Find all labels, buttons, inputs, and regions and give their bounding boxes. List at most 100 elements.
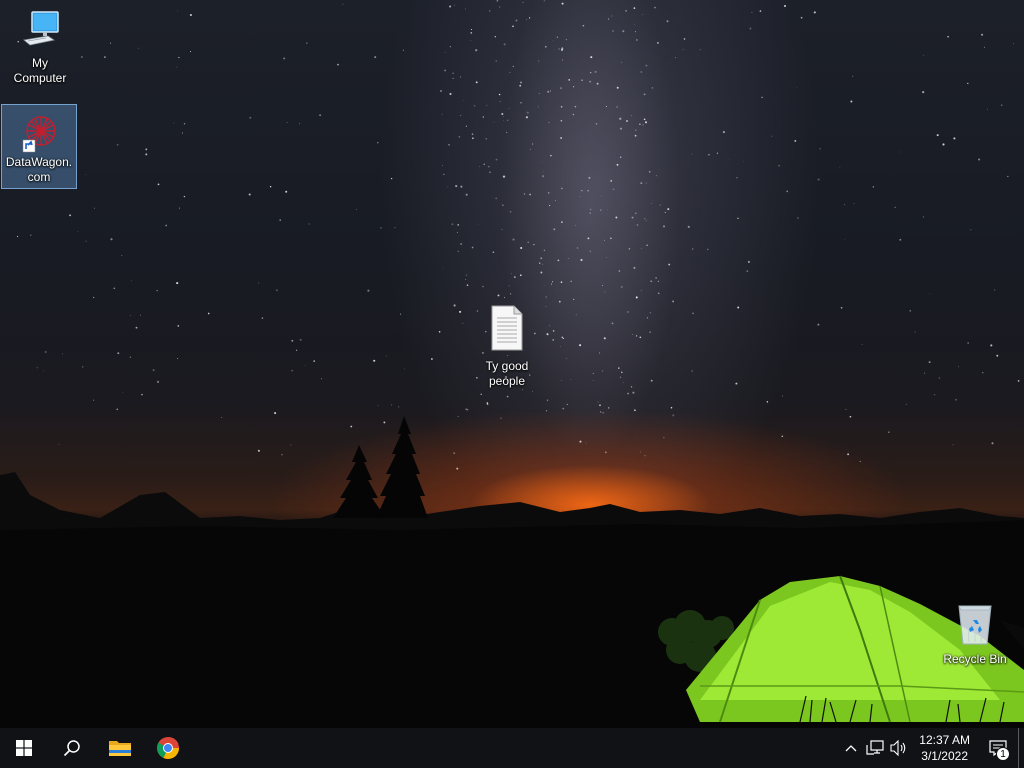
star: [165, 225, 167, 227]
notification-count-badge: 1: [996, 747, 1010, 761]
star: [566, 358, 567, 359]
desktop-icon-my-computer[interactable]: My Computer: [2, 8, 78, 86]
star: [691, 370, 693, 372]
star: [495, 36, 496, 37]
star: [626, 120, 628, 122]
star: [610, 180, 612, 182]
volume-button[interactable]: [887, 728, 911, 768]
datawagon-shortcut-icon: [15, 107, 63, 155]
star: [465, 279, 466, 280]
star: [636, 335, 637, 336]
star: [981, 34, 983, 36]
show-desktop-button[interactable]: [1018, 728, 1024, 768]
star: [649, 331, 650, 332]
star: [562, 3, 564, 5]
star: [141, 394, 143, 396]
clock-time: 12:37 AM: [919, 732, 970, 748]
star: [606, 257, 607, 258]
star: [561, 380, 562, 381]
star: [850, 100, 852, 102]
star: [958, 367, 959, 368]
star: [304, 365, 305, 366]
star: [683, 49, 684, 50]
star: [130, 315, 131, 316]
star: [736, 177, 737, 178]
star: [632, 217, 634, 219]
star: [86, 241, 87, 242]
star: [443, 267, 444, 268]
search-button[interactable]: [48, 728, 96, 768]
star: [580, 259, 582, 261]
star: [922, 91, 924, 93]
star: [617, 164, 619, 166]
star: [69, 214, 71, 216]
star: [479, 166, 480, 167]
star: [631, 115, 632, 116]
desktop-icon-label: My Computer: [2, 56, 78, 86]
desktop-icon-recycle-bin[interactable]: Recycle Bin: [937, 600, 1013, 667]
action-center-button[interactable]: 1: [978, 728, 1018, 768]
star: [580, 196, 581, 197]
star: [557, 37, 558, 38]
taskbar-chrome[interactable]: [144, 728, 192, 768]
star: [987, 109, 988, 110]
star: [174, 123, 175, 124]
star: [814, 11, 816, 13]
clock[interactable]: 12:37 AM 3/1/2022: [911, 732, 978, 764]
star: [520, 81, 522, 83]
star: [953, 137, 955, 139]
star: [590, 56, 592, 58]
desktop-icon-label: DataWagon.com: [3, 155, 75, 185]
star: [138, 48, 139, 49]
star: [509, 286, 510, 287]
star: [577, 247, 579, 249]
file-explorer-icon: [108, 738, 132, 758]
star: [527, 112, 529, 114]
star: [184, 196, 185, 197]
star: [539, 93, 540, 94]
star: [502, 205, 503, 206]
network-button[interactable]: [863, 728, 887, 768]
star: [1013, 43, 1014, 44]
star: [632, 334, 633, 335]
star: [470, 40, 471, 41]
star: [544, 0, 545, 1]
desktop-icon-datawagon[interactable]: DataWagon.com: [1, 104, 77, 189]
star: [561, 106, 563, 108]
star: [667, 20, 669, 22]
star: [544, 285, 545, 286]
star: [520, 102, 521, 103]
star: [786, 191, 788, 193]
star: [153, 369, 155, 371]
star: [575, 106, 577, 108]
show-hidden-icons-button[interactable]: [839, 728, 863, 768]
star: [510, 72, 511, 73]
star: [30, 234, 31, 235]
star: [208, 313, 210, 315]
star: [553, 228, 555, 230]
star: [910, 310, 911, 311]
star: [457, 224, 459, 226]
star: [581, 79, 582, 80]
star: [559, 301, 561, 303]
star: [81, 56, 82, 57]
star: [568, 258, 569, 259]
star: [367, 290, 369, 292]
star: [658, 292, 660, 294]
star: [862, 344, 863, 345]
star: [771, 136, 772, 137]
taskbar: 12:37 AM 3/1/2022 1: [0, 728, 1024, 768]
star: [688, 226, 690, 228]
star: [145, 153, 147, 155]
star: [610, 237, 612, 239]
start-button[interactable]: [0, 728, 48, 768]
star: [588, 177, 590, 179]
desktop-icon-text-file[interactable]: Ty good people: [469, 304, 545, 389]
star: [450, 46, 451, 47]
taskbar-file-explorer[interactable]: [96, 728, 144, 768]
star: [439, 331, 441, 333]
star: [644, 118, 646, 120]
star: [749, 28, 751, 30]
star: [455, 185, 457, 187]
star: [651, 203, 652, 204]
